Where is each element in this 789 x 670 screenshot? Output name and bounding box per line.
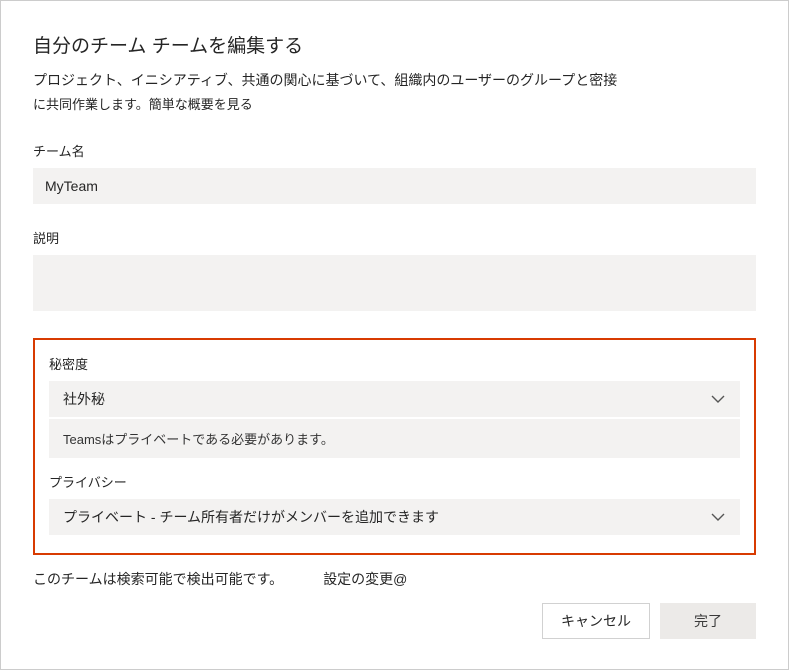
chevron-down-icon xyxy=(710,509,726,525)
description-label: 説明 xyxy=(33,228,756,247)
dialog-title: 自分のチーム チームを編集する xyxy=(33,31,756,58)
searchable-text: このチームは検索可能で検出可能です。 xyxy=(33,569,283,589)
sensitivity-group: 秘密度 社外秘 Teamsはプライベートである必要があります。 xyxy=(49,354,740,458)
dialog-subtitle-line2: に共同作業します。簡単な概要を見る xyxy=(33,94,756,113)
team-name-input[interactable] xyxy=(33,168,756,204)
highlight-box: 秘密度 社外秘 Teamsはプライベートである必要があります。 プライバシー プ… xyxy=(33,338,756,555)
edit-team-dialog: 自分のチーム チームを編集する プロジェクト、イニシアティブ、共通の関心に基づい… xyxy=(0,0,789,670)
team-name-label: チーム名 xyxy=(33,141,756,160)
footer-info-row: このチームは検索可能で検出可能です。 設定の変更@ xyxy=(33,569,756,589)
done-button[interactable]: 完了 xyxy=(660,603,756,639)
sensitivity-label: 秘密度 xyxy=(49,354,740,373)
dialog-button-row: キャンセル 完了 xyxy=(542,603,756,639)
privacy-dropdown[interactable]: プライベート - チーム所有者だけがメンバーを追加できます xyxy=(49,499,740,535)
description-input[interactable] xyxy=(33,255,756,311)
dialog-subtitle-line1: プロジェクト、イニシアティブ、共通の関心に基づいて、組織内のユーザーのグループと… xyxy=(33,70,756,90)
team-name-group: チーム名 xyxy=(33,141,756,204)
privacy-selected: プライベート - チーム所有者だけがメンバーを追加できます xyxy=(63,507,439,527)
description-group: 説明 xyxy=(33,228,756,314)
privacy-group: プライバシー プライベート - チーム所有者だけがメンバーを追加できます xyxy=(49,472,740,535)
cancel-button[interactable]: キャンセル xyxy=(542,603,650,639)
sensitivity-dropdown[interactable]: 社外秘 xyxy=(49,381,740,417)
chevron-down-icon xyxy=(710,391,726,407)
change-settings-link[interactable]: 設定の変更@ xyxy=(323,569,407,589)
privacy-label: プライバシー xyxy=(49,472,740,491)
sensitivity-selected: 社外秘 xyxy=(63,389,105,409)
sensitivity-helper: Teamsはプライベートである必要があります。 xyxy=(49,419,740,458)
